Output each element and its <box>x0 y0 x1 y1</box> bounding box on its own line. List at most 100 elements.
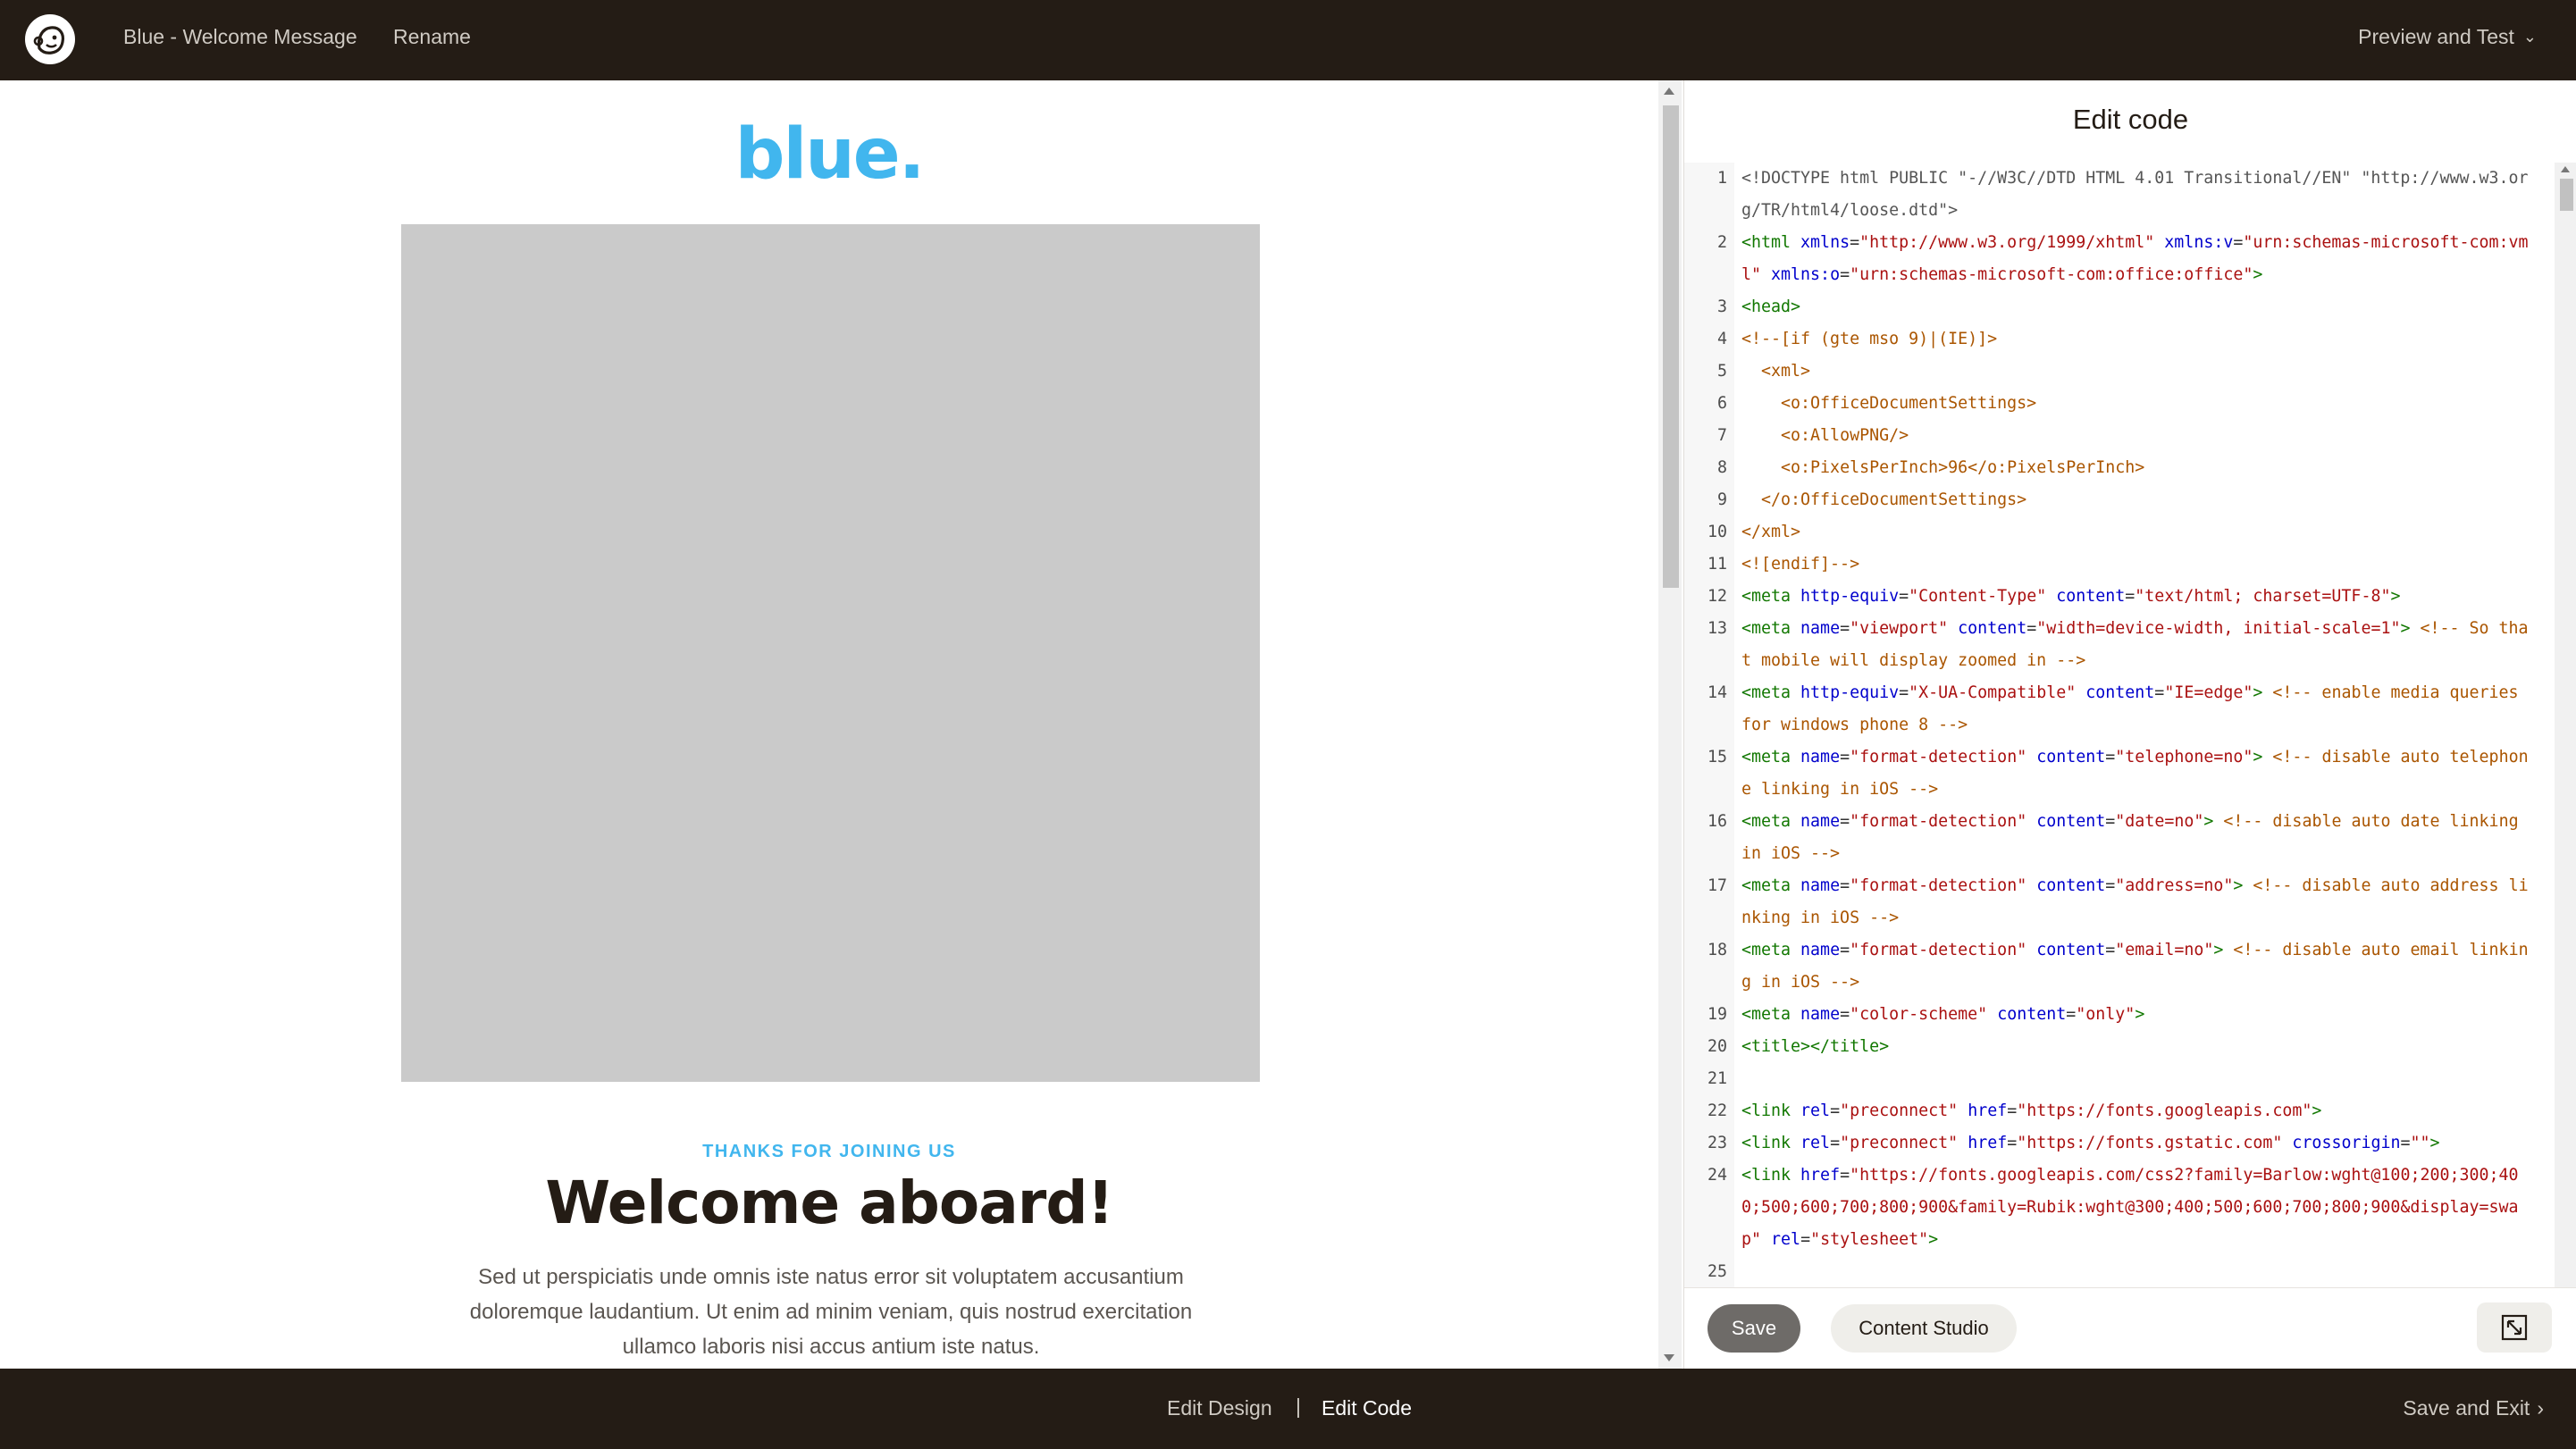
line-number: 24 <box>1707 1166 1727 1185</box>
campaign-title: Blue - Welcome Message <box>123 25 357 48</box>
line-number: 5 <box>1716 362 1727 381</box>
line-number: 15 <box>1707 748 1727 766</box>
code-line-text[interactable]: <![endif]--> <box>1741 549 2537 581</box>
code-line[interactable]: 3 <head> <box>1684 291 2555 323</box>
code-line-text[interactable]: <meta http-equiv="X-UA-Compatible" conte… <box>1741 677 2537 741</box>
code-line[interactable]: 13 <meta name="viewport" content="width=d… <box>1684 613 2555 677</box>
kicker-text: THANKS FOR JOINING US <box>702 1142 956 1161</box>
content-studio-button[interactable]: Content Studio <box>1831 1304 2017 1353</box>
code-line[interactable]: 1 <!DOCTYPE html PUBLIC "-//W3C//DTD HTML… <box>1684 163 2555 227</box>
code-line[interactable]: 7 <o:AllowPNG/> <box>1684 420 2555 452</box>
email-headline: Welcome aboard! <box>545 1168 1113 1237</box>
code-line-text[interactable]: <xml> <box>1741 356 2537 388</box>
brand-logo-text: blue <box>734 114 901 195</box>
code-line-text[interactable]: <link href="https://fonts.googleapis.com… <box>1741 1160 2537 1256</box>
code-line-text[interactable]: <meta name="format-detection" content="t… <box>1741 741 2537 806</box>
brand-logo: blue. <box>0 114 1658 195</box>
line-number: 20 <box>1707 1037 1727 1056</box>
preview-and-test-label: Preview and Test <box>2358 25 2514 48</box>
line-number: 25 <box>1707 1262 1727 1281</box>
code-line-text[interactable]: <meta name="format-detection" content="a… <box>1741 870 2537 934</box>
save-and-exit-button[interactable]: Save and Exit › <box>2403 1396 2544 1420</box>
expand-icon <box>2501 1314 2528 1341</box>
code-line[interactable]: 22 <link rel="preconnect" href="https://f… <box>1684 1095 2555 1127</box>
code-line-text[interactable]: <!--[if (gte mso 9)|(IE)]> <box>1741 323 2537 356</box>
line-number: 11 <box>1707 555 1727 574</box>
code-line[interactable]: 19 <meta name="color-scheme" content="onl… <box>1684 999 2555 1031</box>
code-line-text[interactable]: <html xmlns="http://www.w3.org/1999/xhtm… <box>1741 227 2537 291</box>
line-number: 9 <box>1716 490 1727 509</box>
code-line[interactable]: 5 <xml> <box>1684 356 2555 388</box>
expand-button[interactable] <box>2477 1302 2552 1353</box>
line-number: 2 <box>1716 233 1727 252</box>
code-line[interactable]: 14 <meta http-equiv="X-UA-Compatible" con… <box>1684 677 2555 741</box>
line-number: 16 <box>1707 812 1727 831</box>
save-and-exit-label: Save and Exit <box>2403 1396 2530 1420</box>
code-line[interactable]: 23 <link rel="preconnect" href="https://f… <box>1684 1127 2555 1160</box>
code-line-text[interactable]: <!DOCTYPE html PUBLIC "-//W3C//DTD HTML … <box>1741 163 2537 227</box>
code-line[interactable]: 21 <box>1684 1063 2555 1095</box>
line-number: 7 <box>1716 426 1727 445</box>
code-line-text[interactable]: </o:OfficeDocumentSettings> <box>1741 484 2537 516</box>
code-line-text[interactable]: <head> <box>1741 291 2537 323</box>
code-line-text[interactable]: </xml> <box>1741 516 2537 549</box>
code-line-text[interactable]: <o:PixelsPerInch>96</o:PixelsPerInch> <box>1741 452 2537 484</box>
chevron-down-icon: ⌄ <box>2522 28 2537 46</box>
code-line[interactable]: 24 <link href="https://fonts.googleapis.c… <box>1684 1160 2555 1256</box>
code-line-text[interactable]: <meta name="format-detection" content="d… <box>1741 806 2537 870</box>
preview-scroll-thumb[interactable] <box>1663 105 1679 588</box>
preview-and-test-menu[interactable]: Preview and Test ⌄ <box>2358 25 2537 49</box>
scroll-up-icon[interactable] <box>2561 166 2570 172</box>
code-line[interactable]: 4 <!--[if (gte mso 9)|(IE)]> <box>1684 323 2555 356</box>
email-preview: blue. THANKS FOR JOINING US Welcome aboa… <box>0 80 1658 1369</box>
code-line-text[interactable]: <meta http-equiv="Content-Type" content=… <box>1741 581 2537 613</box>
app-logo-icon[interactable] <box>25 14 75 64</box>
code-line-text[interactable]: <link rel="preconnect" href="https://fon… <box>1741 1095 2537 1127</box>
code-line-text[interactable]: <o:AllowPNG/> <box>1741 420 2537 452</box>
line-number: 8 <box>1716 458 1727 477</box>
code-line-text[interactable]: <meta name="color-scheme" content="only"… <box>1741 999 2537 1031</box>
line-number: 13 <box>1707 619 1727 638</box>
edit-code-link[interactable]: Edit Code <box>1322 1396 1412 1420</box>
code-line[interactable]: 15 <meta name="format-detection" content=… <box>1684 741 2555 806</box>
edit-code-panel: Edit code 1 <!DOCTYPE html PUBLIC "-//W3C… <box>1683 80 2576 1369</box>
code-line[interactable]: 12 <meta http-equiv="Content-Type" conten… <box>1684 581 2555 613</box>
code-line[interactable]: 17 <meta name="format-detection" content=… <box>1684 870 2555 934</box>
line-number: 3 <box>1716 297 1727 316</box>
rename-link[interactable]: Rename <box>393 25 471 49</box>
code-line[interactable]: 10 </xml> <box>1684 516 2555 549</box>
code-lines[interactable]: 1 <!DOCTYPE html PUBLIC "-//W3C//DTD HTML… <box>1684 163 2555 1288</box>
line-number: 17 <box>1707 876 1727 895</box>
line-number: 21 <box>1707 1069 1727 1088</box>
code-line-text[interactable]: <meta name="format-detection" content="e… <box>1741 934 2537 999</box>
code-line[interactable]: 9 </o:OfficeDocumentSettings> <box>1684 484 2555 516</box>
brand-logo-dot: . <box>898 114 926 195</box>
line-number: 4 <box>1716 330 1727 348</box>
scroll-down-icon[interactable] <box>1664 1354 1674 1361</box>
code-line[interactable]: 11 <![endif]--> <box>1684 549 2555 581</box>
save-button[interactable]: Save <box>1708 1304 1800 1353</box>
preview-scrollbar[interactable] <box>1658 80 1682 1369</box>
code-line[interactable]: 18 <meta name="format-detection" content=… <box>1684 934 2555 999</box>
hero-image-placeholder[interactable] <box>401 224 1260 1082</box>
scroll-up-icon[interactable] <box>1664 88 1674 95</box>
line-number: 19 <box>1707 1005 1727 1024</box>
line-number: 10 <box>1707 523 1727 541</box>
edit-design-link[interactable]: Edit Design <box>1167 1396 1272 1420</box>
code-line-text[interactable]: <o:OfficeDocumentSettings> <box>1741 388 2537 420</box>
code-line[interactable]: 2 <html xmlns="http://www.w3.org/1999/xht… <box>1684 227 2555 291</box>
code-line[interactable]: 8 <o:PixelsPerInch>96</o:PixelsPerInch> <box>1684 452 2555 484</box>
code-line-text[interactable]: <link rel="preconnect" href="https://fon… <box>1741 1127 2537 1160</box>
code-scrollbar[interactable] <box>2555 163 2576 1364</box>
code-line-text[interactable]: <meta name="viewport" content="width=dev… <box>1741 613 2537 677</box>
line-number: 18 <box>1707 941 1727 959</box>
code-line[interactable]: 16 <meta name="format-detection" content=… <box>1684 806 2555 870</box>
code-line[interactable]: 6 <o:OfficeDocumentSettings> <box>1684 388 2555 420</box>
code-scroll-thumb[interactable] <box>2560 179 2573 211</box>
code-line[interactable]: 20 <title></title> <box>1684 1031 2555 1063</box>
code-editor[interactable]: 1 <!DOCTYPE html PUBLIC "-//W3C//DTD HTML… <box>1684 163 2555 1364</box>
line-number: 14 <box>1707 683 1727 702</box>
bottom-bar: Edit Design | Edit Code Save and Exit › <box>0 1369 2576 1449</box>
code-line[interactable]: 25 <box>1684 1256 2555 1288</box>
code-line-text[interactable]: <title></title> <box>1741 1031 2537 1063</box>
